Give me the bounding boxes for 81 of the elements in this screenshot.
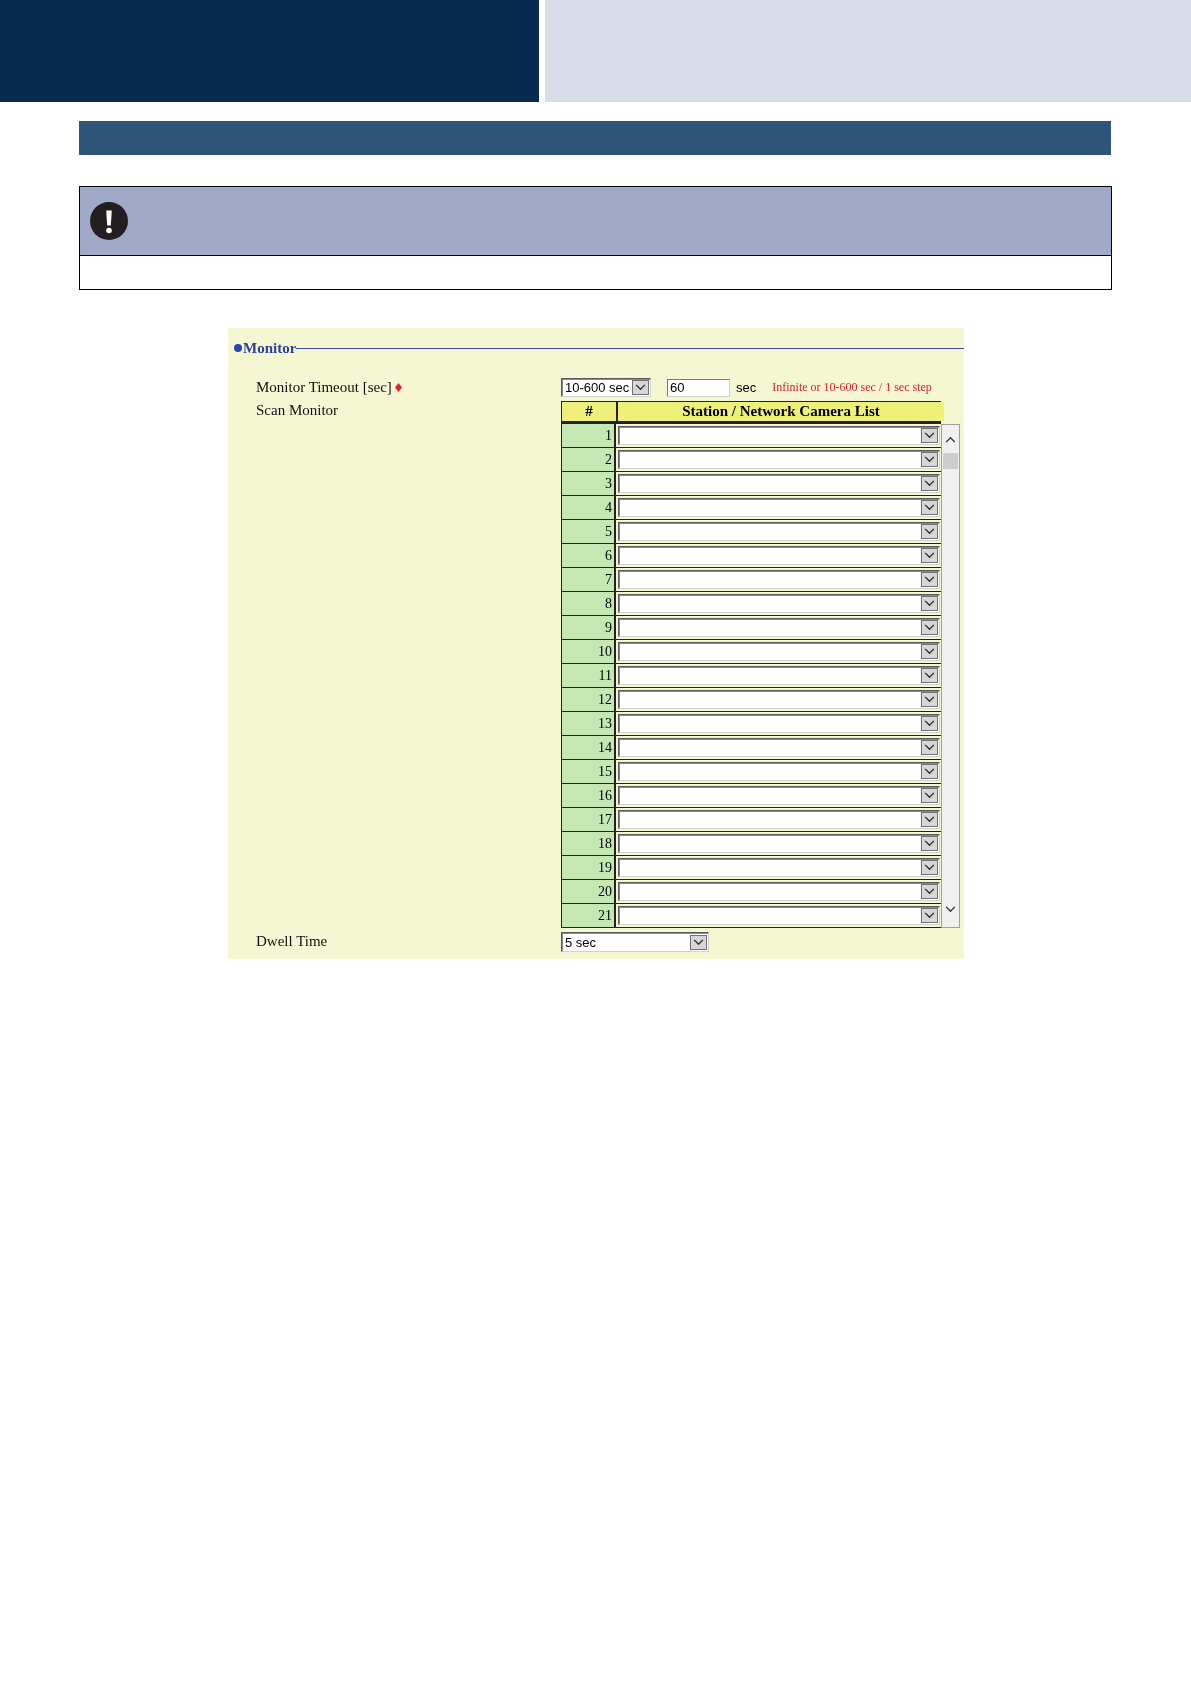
dropdown[interactable] <box>618 882 940 901</box>
column-header: Station / Network Camera List <box>618 402 944 421</box>
chevron-down-icon <box>921 596 938 611</box>
chevron-down-icon <box>921 620 938 635</box>
dropdown[interactable] <box>618 426 940 445</box>
row-number: 8 <box>562 592 614 615</box>
dropdown[interactable] <box>618 546 940 565</box>
chevron-down-icon <box>921 452 938 467</box>
field-label: Dwell Time <box>256 932 328 951</box>
row-number: 6 <box>562 544 614 567</box>
row-number: 19 <box>562 856 614 879</box>
bullet-icon <box>234 344 242 352</box>
row-number: 15 <box>562 760 614 783</box>
chevron-down-icon <box>921 572 938 587</box>
dropdown[interactable] <box>618 810 940 829</box>
dropdown[interactable] <box>618 618 940 637</box>
dropdown[interactable] <box>618 906 940 925</box>
row-number: 4 <box>562 496 614 519</box>
column-header: # <box>562 402 616 421</box>
dropdown[interactable] <box>618 570 940 589</box>
dropdown[interactable] <box>618 714 940 733</box>
scrollbar-thumb[interactable] <box>943 453 958 469</box>
input-field[interactable]: 60 <box>667 378 730 397</box>
chevron-down-icon <box>921 500 938 515</box>
chevron-down-icon <box>921 692 938 707</box>
chevron-down-icon <box>921 908 938 923</box>
chevron-down-icon <box>921 884 938 899</box>
chevron-down-icon <box>632 380 649 395</box>
chevron-down-icon <box>690 934 707 950</box>
row-number: 20 <box>562 880 614 903</box>
chevron-down-icon <box>921 524 938 539</box>
dropdown[interactable] <box>618 642 940 661</box>
dropdown[interactable] <box>618 762 940 781</box>
row-number: 13 <box>562 712 614 735</box>
row-number: 11 <box>562 664 614 687</box>
hint-text: Infinite or 10-600 sec / 1 sec step <box>772 380 932 395</box>
row-number: 12 <box>562 688 614 711</box>
row-number: 21 <box>562 904 614 927</box>
chevron-down-icon <box>921 740 938 755</box>
field-label: Monitor Timeout [sec] <box>256 378 392 397</box>
exclamation-icon <box>90 202 128 240</box>
dropdown[interactable] <box>618 522 940 541</box>
row-number: 5 <box>562 520 614 543</box>
row-number: 17 <box>562 808 614 831</box>
chevron-down-icon <box>921 716 938 731</box>
dropdown[interactable] <box>618 594 940 613</box>
dropdown[interactable]: 5 sec <box>561 932 709 952</box>
row-number: 10 <box>562 640 614 663</box>
row-number: 2 <box>562 448 614 471</box>
unit-label: sec <box>736 380 757 395</box>
section-title: Monitor <box>243 339 297 357</box>
chevron-down-icon <box>921 764 938 779</box>
chevron-down-icon <box>921 788 938 803</box>
dropdown[interactable] <box>618 498 940 517</box>
dropdown[interactable] <box>618 738 940 757</box>
chevron-down-icon <box>921 476 938 491</box>
dropdown[interactable] <box>618 666 940 685</box>
dropdown[interactable] <box>618 858 940 877</box>
dropdown[interactable] <box>618 450 940 469</box>
dropdown[interactable] <box>618 786 940 805</box>
chevron-down-icon <box>921 644 938 659</box>
row-number: 7 <box>562 568 614 591</box>
dropdown[interactable]: 10-600 sec <box>561 378 651 397</box>
dropdown[interactable] <box>618 690 940 709</box>
chevron-down-icon <box>921 836 938 851</box>
row-number: 9 <box>562 616 614 639</box>
dropdown[interactable] <box>618 834 940 853</box>
chevron-down-icon <box>921 668 938 683</box>
row-number: 18 <box>562 832 614 855</box>
chevron-down-icon <box>921 812 938 827</box>
field-label: Scan Monitor <box>256 401 339 420</box>
scrollbar[interactable] <box>941 424 960 928</box>
row-number: 14 <box>562 736 614 759</box>
dropdown[interactable] <box>618 474 940 493</box>
chevron-down-icon <box>921 548 938 563</box>
row-number: 1 <box>562 424 614 447</box>
chevron-down-icon[interactable] <box>943 903 958 915</box>
chevron-down-icon <box>921 428 938 443</box>
row-number: 3 <box>562 472 614 495</box>
row-number: 16 <box>562 784 614 807</box>
chevron-down-icon <box>921 860 938 875</box>
